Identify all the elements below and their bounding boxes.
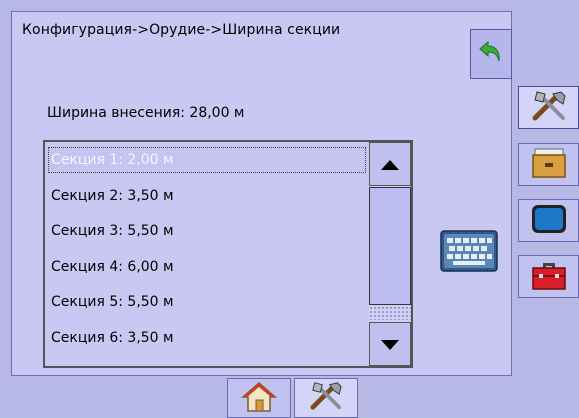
back-button[interactable] (470, 29, 512, 79)
display-icon (529, 201, 569, 241)
side-tab-display[interactable] (518, 199, 579, 242)
application-width-label: Ширина внесения: 28,00 м (47, 105, 245, 121)
section-list: Секция 1: 2,00 м Секция 2: 3,50 м Секция 3… (43, 140, 413, 368)
section-list-item[interactable]: Секция 6: 3,50 м (47, 324, 367, 352)
bottom-tab-tools[interactable] (294, 378, 358, 418)
tools-icon (306, 379, 346, 417)
section-list-item[interactable]: Секция 1: 2,00 м (47, 146, 367, 174)
file-cabinet-icon (529, 145, 569, 185)
section-list-item[interactable]: Секция 7: 2,00 м (47, 359, 367, 366)
side-tab-tools[interactable] (518, 86, 579, 129)
section-list-items: Секция 1: 2,00 м Секция 2: 3,50 м Секция 3… (45, 142, 369, 366)
scroll-track[interactable] (369, 306, 411, 320)
triangle-up-icon (381, 155, 399, 174)
section-list-item[interactable]: Секция 4: 6,00 м (47, 253, 367, 281)
main-panel: Конфигурация->Орудие->Ширина секции Шири… (11, 11, 512, 376)
scroll-down-button[interactable] (369, 322, 411, 366)
keyboard-button[interactable] (439, 230, 499, 276)
side-tab-files[interactable] (518, 143, 579, 186)
toolbox-icon (529, 257, 569, 297)
triangle-down-icon (381, 335, 399, 354)
home-icon (241, 379, 277, 417)
section-list-item[interactable]: Секция 5: 5,50 м (47, 288, 367, 316)
keyboard-icon (440, 230, 498, 276)
scroll-thumb[interactable] (369, 187, 411, 305)
scrollbar[interactable] (369, 142, 411, 366)
section-list-item[interactable]: Секция 2: 3,50 м (47, 182, 367, 210)
scroll-up-button[interactable] (369, 142, 411, 186)
tools-icon (529, 88, 569, 128)
section-list-item[interactable]: Секция 3: 5,50 м (47, 217, 367, 245)
side-tab-toolbox[interactable] (518, 255, 579, 298)
back-arrow-icon (478, 39, 504, 69)
breadcrumb: Конфигурация->Орудие->Ширина секции (22, 22, 341, 38)
bottom-tab-home[interactable] (227, 378, 291, 418)
